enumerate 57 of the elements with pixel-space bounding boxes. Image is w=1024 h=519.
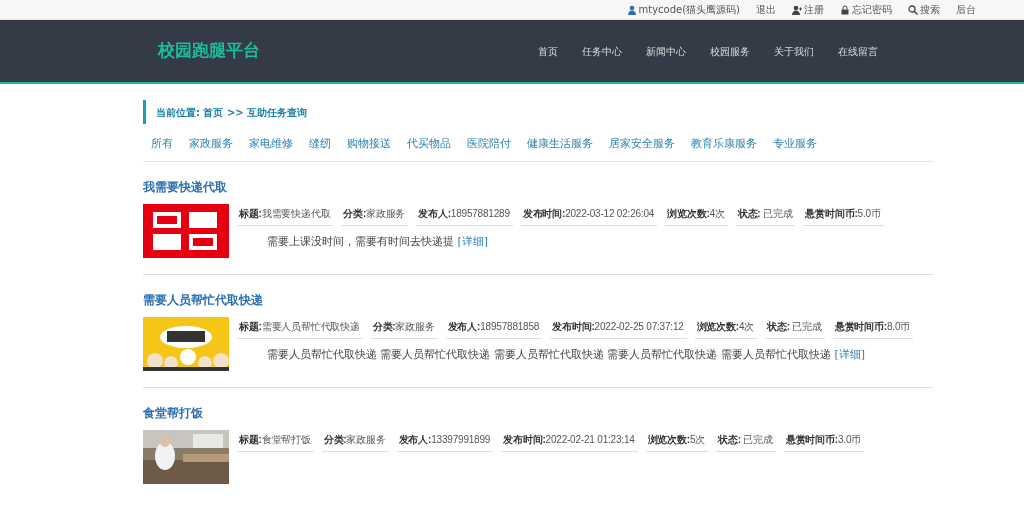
task-field: 标题:我需要快递代取 bbox=[237, 203, 334, 226]
task-field: 浏览次数:4次 bbox=[694, 316, 758, 339]
category-link[interactable]: 专业服务 bbox=[773, 137, 817, 150]
user-icon bbox=[626, 4, 637, 15]
task-field: 悬赏时间币:5.0币 bbox=[803, 203, 884, 226]
nav-link[interactable]: 校园服务 bbox=[710, 43, 750, 59]
nav-link[interactable]: 任务中心 bbox=[582, 43, 622, 59]
top-bar-link[interactable]: 后台 bbox=[956, 2, 976, 17]
task-field: 发布人:18957881858 bbox=[445, 316, 543, 339]
task-field: 状态: 已完成 bbox=[735, 203, 796, 226]
category-link[interactable]: 教育乐康服务 bbox=[691, 137, 757, 150]
detail-link[interactable]: [详细] bbox=[834, 347, 866, 361]
category-link[interactable]: 健康生活服务 bbox=[527, 137, 593, 150]
nav-link[interactable]: 首页 bbox=[538, 43, 558, 59]
category-link[interactable]: 家政服务 bbox=[189, 137, 233, 150]
category-link[interactable]: 医院陪付 bbox=[467, 137, 511, 150]
task-field: 分类:家政服务 bbox=[321, 429, 389, 452]
category-link[interactable]: 缝纫 bbox=[309, 137, 331, 150]
nav-link[interactable]: 新闻中心 bbox=[646, 43, 686, 59]
task-field: 分类:家政服务 bbox=[370, 316, 438, 339]
category-link[interactable]: 所有 bbox=[151, 137, 173, 150]
task-field: 发布时间:2022-02-21 01:23:14 bbox=[501, 429, 638, 452]
task-field: 标题:食堂帮打饭 bbox=[237, 429, 314, 452]
top-bar-link[interactable]: 注册 bbox=[804, 2, 824, 17]
task-field: 悬赏时间币:8.0币 bbox=[832, 316, 914, 339]
top-bar-link[interactable]: 退出 bbox=[756, 2, 776, 17]
nav-link[interactable]: 关于我们 bbox=[774, 43, 814, 59]
category-link[interactable]: 代买物品 bbox=[407, 137, 451, 150]
task-field: 标题:需要人员帮忙代取快递 bbox=[237, 316, 363, 339]
detail-link[interactable]: [详细] bbox=[457, 234, 489, 248]
task-field: 状态: 已完成 bbox=[765, 316, 825, 339]
task-field: 分类:家政服务 bbox=[341, 203, 409, 226]
lock-icon bbox=[840, 4, 850, 15]
nav-link[interactable]: 在线留言 bbox=[838, 43, 878, 59]
task-title[interactable]: 需要人员帮忙代取快递 bbox=[143, 290, 933, 309]
task-field: 发布时间:2022-03-12 02:26:04 bbox=[520, 203, 658, 226]
task-field: 浏览次数:5次 bbox=[645, 429, 709, 452]
task-field: 状态: 已完成 bbox=[716, 429, 776, 452]
search-icon bbox=[908, 4, 918, 15]
task-field: 发布人:13397991899 bbox=[396, 429, 494, 452]
top-bar-link[interactable]: mtycode(猫头鹰源码) bbox=[638, 2, 740, 17]
task-title[interactable]: 我需要快递代取 bbox=[143, 177, 933, 196]
add-user-icon bbox=[792, 4, 802, 15]
top-bar-link[interactable]: 搜索 bbox=[920, 2, 940, 17]
site-logo[interactable]: 校园跑腿平台 bbox=[158, 38, 260, 64]
task-field: 浏览次数:4次 bbox=[665, 203, 728, 226]
category-link[interactable]: 家电维修 bbox=[249, 137, 293, 150]
task-field: 发布时间:2022-02-25 07:37:12 bbox=[550, 316, 687, 339]
task-description: 需要人员帮忙代取快递 需要人员帮忙代取快递 需要人员帮忙代取快递 需要人员帮忙代取快递 需要人员帮忙代取快递 [详细] bbox=[266, 346, 867, 363]
task-title[interactable]: 食堂帮打饭 bbox=[143, 403, 933, 422]
task-field: 发布人:18957881289 bbox=[416, 203, 513, 226]
top-bar-link[interactable]: 忘记密码 bbox=[852, 2, 892, 17]
breadcrumb-text: 当前位置: 首页 >> 互助任务查询 bbox=[156, 105, 308, 120]
category-link[interactable]: 居家安全服务 bbox=[609, 137, 675, 150]
task-description: 需要上课没时间，需要有时间去快递提 [详细] bbox=[266, 233, 490, 250]
category-link[interactable]: 购物接送 bbox=[347, 137, 391, 150]
task-field: 悬赏时间币:3.0币 bbox=[783, 429, 865, 452]
